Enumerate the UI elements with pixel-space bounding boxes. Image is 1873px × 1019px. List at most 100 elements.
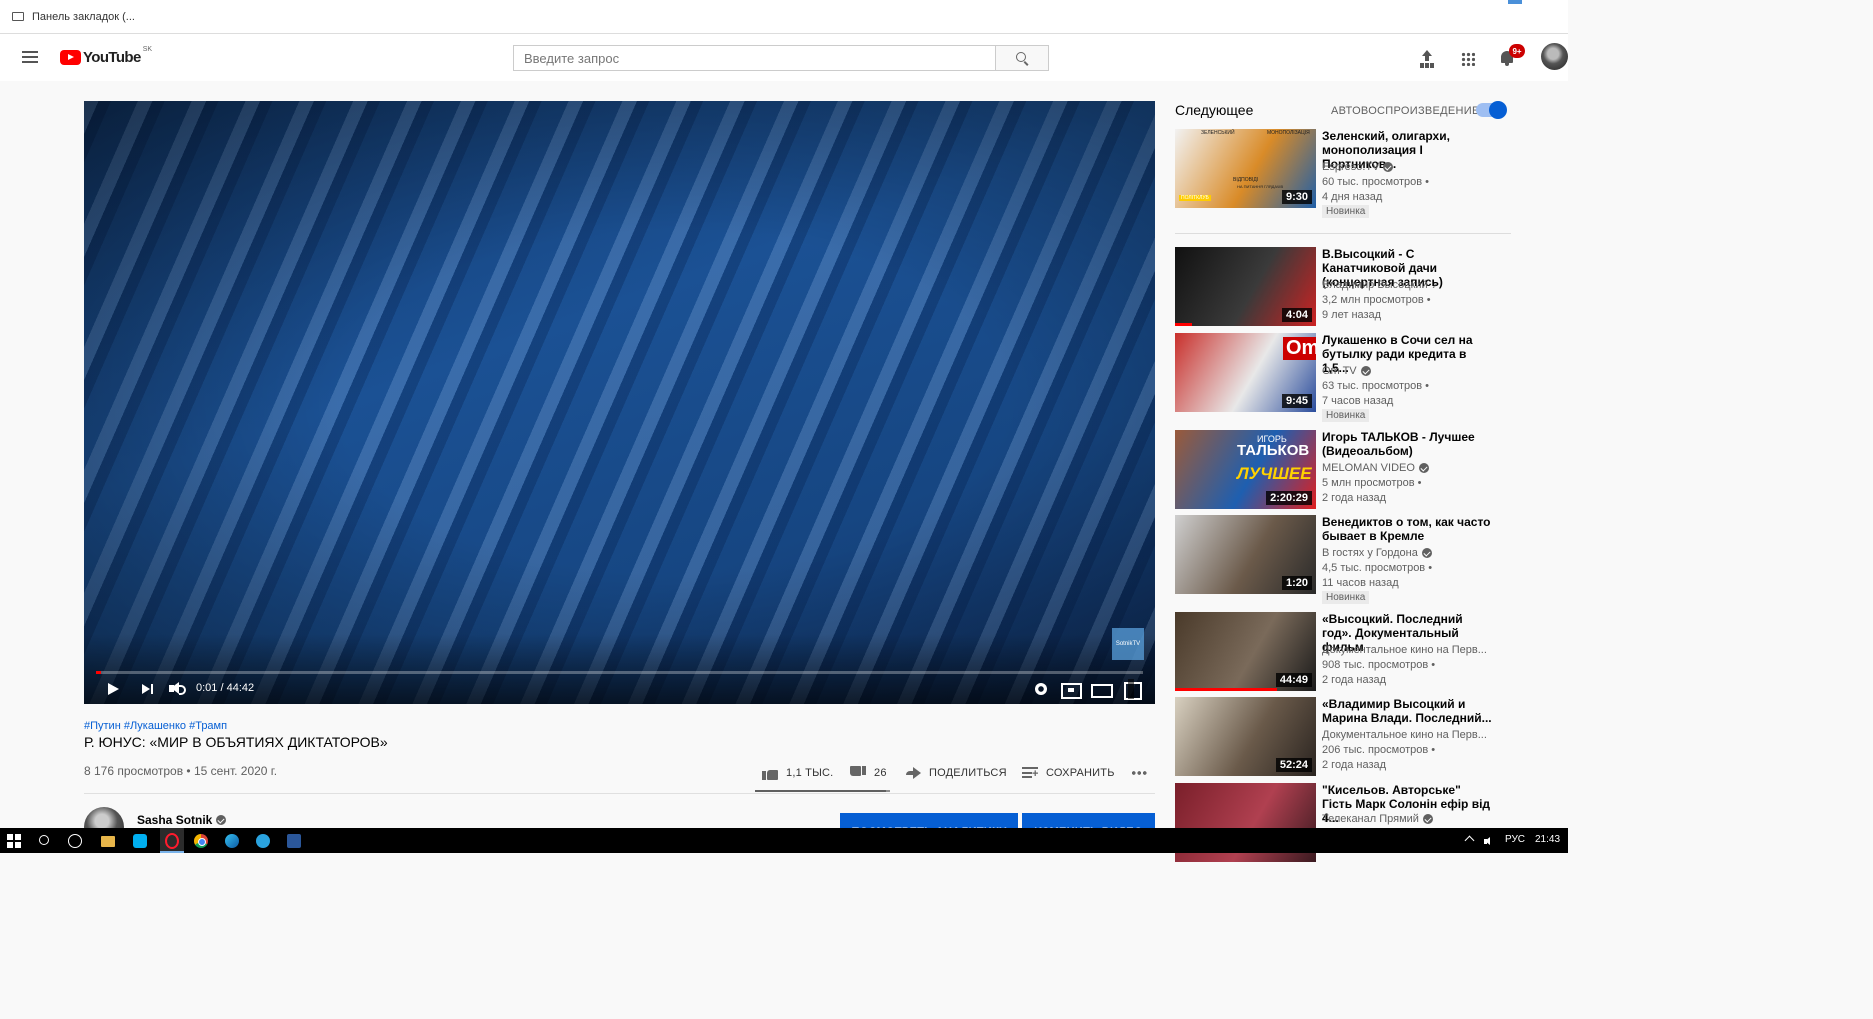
verified-icon — [1418, 463, 1429, 473]
recommendation-age: 2 года назад — [1322, 674, 1387, 686]
thumbnail-caption: ВІДПОВІДІ — [1233, 177, 1259, 183]
recommendation-age: 7 часов назад — [1322, 395, 1394, 407]
time-display: 0:01 / 44:42 — [196, 682, 255, 694]
video-duration: 9:45 — [1281, 394, 1312, 408]
channel-name[interactable]: Sasha Sotnik — [137, 813, 227, 827]
progress-bar[interactable] — [96, 671, 1143, 674]
video-thumbnail[interactable]: ИГОРЬ ТАЛЬКОВ ЛУЧШЕЕ 2:20:29 — [1175, 430, 1316, 509]
recommendation-views: 63 тыс. просмотров • — [1322, 380, 1430, 392]
chrome-icon[interactable] — [194, 834, 208, 848]
extension-icon[interactable] — [1508, 0, 1522, 4]
recommendation-age: 2 года назад — [1322, 492, 1387, 504]
recommendation-item[interactable]: 44:49 «Высоцкий. Последний год». Документ… — [1175, 612, 1515, 692]
channel-watermark[interactable]: SotnikTV — [1112, 628, 1144, 660]
video-hashtags[interactable]: #Путин #Лукашенко #Трамп — [84, 720, 227, 732]
autoplay-label: АВТОВОСПРОИЗВЕДЕНИЕ — [1331, 105, 1480, 117]
recommendation-item[interactable]: Om 9:45 Лукашенко в Сочи сел на бутылку ра… — [1175, 333, 1515, 422]
file-explorer-icon[interactable] — [101, 836, 115, 847]
task-view-icon[interactable] — [68, 834, 82, 848]
miniplayer-icon[interactable] — [1061, 679, 1082, 699]
sentiment-bar — [755, 790, 890, 792]
like-button[interactable]: 1,1 ТЫС. — [762, 764, 833, 782]
save-label: СОХРАНИТЬ — [1046, 767, 1115, 779]
dislike-count: 26 — [874, 767, 887, 779]
settings-gear-icon[interactable] — [1034, 679, 1048, 699]
recommendation-channel[interactable]: Владимир Высоцкий ♪ — [1322, 279, 1437, 291]
channel-name-text[interactable]: Документальное кино на Перв... — [1322, 644, 1487, 656]
word-icon[interactable] — [287, 834, 301, 848]
channel-name-text[interactable]: В гостях у Гордона — [1322, 547, 1418, 559]
channel-name-text[interactable]: MELOMAN VIDEO — [1322, 462, 1415, 474]
windows-start-icon[interactable] — [7, 834, 21, 848]
recommendation-channel[interactable]: Om TV — [1322, 365, 1371, 377]
folder-icon — [12, 12, 24, 21]
channel-name-text[interactable]: Телеканал Прямий — [1322, 813, 1419, 825]
video-thumbnail[interactable]: 1:20 — [1175, 515, 1316, 594]
sentiment-likes — [755, 790, 886, 792]
recommendation-channel[interactable]: Телеканал Прямий — [1322, 813, 1433, 825]
recommendation-age: 11 часов назад — [1322, 577, 1399, 589]
video-thumbnail[interactable]: ЗЕЛЕНСЬКИЙ МОНОПОЛІЗАЦІЯ ВІДПОВІДІ НА ПИТАН… — [1175, 129, 1316, 208]
thumbnail-caption: ЛУЧШЕЕ — [1237, 464, 1312, 483]
recommendation-title[interactable]: «Владимир Высоцкий и Марина Влади. После… — [1322, 697, 1492, 725]
apps-grid-icon[interactable] — [1461, 52, 1475, 66]
channel-name-text[interactable]: Владимир Высоцкий — [1322, 279, 1428, 291]
upload-icon[interactable] — [1420, 50, 1434, 66]
search-input[interactable] — [513, 45, 996, 71]
recommendation-title[interactable]: Игорь ТАЛЬКОВ - Лучшее (Видеоальбом) — [1322, 430, 1492, 458]
search-button[interactable] — [995, 45, 1049, 71]
recommendation-channel[interactable]: Документальное кино на Перв... — [1322, 729, 1487, 741]
edge-icon[interactable] — [225, 834, 239, 848]
search-icon[interactable] — [39, 835, 49, 845]
video-thumbnail[interactable]: 4:04 — [1175, 247, 1316, 326]
channel-name-text[interactable]: Sasha Sotnik — [137, 813, 212, 827]
speaker-icon[interactable] — [1484, 837, 1496, 846]
clock[interactable]: 21:43 — [1535, 834, 1560, 845]
video-thumbnail[interactable]: 44:49 — [1175, 612, 1316, 691]
recommendation-views: 206 тыс. просмотров • — [1322, 744, 1436, 756]
youtube-logo[interactable]: YouTube SK — [60, 46, 152, 66]
next-button[interactable] — [142, 679, 156, 699]
video-thumbnail[interactable]: Om 9:45 — [1175, 333, 1316, 412]
tray-chevron-up-icon[interactable] — [1464, 835, 1475, 846]
bookmarks-bar: Панель закладок (... — [0, 0, 1568, 34]
channel-name-text[interactable]: Документальное кино на Перв... — [1322, 729, 1487, 741]
recommendation-item[interactable]: ИГОРЬ ТАЛЬКОВ ЛУЧШЕЕ 2:20:29 Игорь ТАЛЬКОВ -… — [1175, 430, 1515, 510]
recommendation-channel[interactable]: Espreso.TV — [1322, 161, 1394, 173]
recommendation-item[interactable]: "Кисельов. Авторське" Гість Марк Солонін… — [1175, 783, 1515, 862]
fullscreen-icon[interactable] — [1124, 679, 1142, 700]
play-button[interactable] — [106, 679, 120, 699]
recommendation-channel[interactable]: MELOMAN VIDEO — [1322, 462, 1429, 474]
account-avatar[interactable] — [1541, 43, 1568, 70]
divider — [84, 793, 1155, 794]
search-icon — [1016, 52, 1026, 62]
recommendation-title[interactable]: Венедиктов о том, как часто бывает в Кре… — [1322, 515, 1492, 543]
opera-icon[interactable] — [160, 828, 184, 853]
telegram-icon[interactable] — [256, 834, 270, 848]
dislike-button[interactable]: 26 — [850, 764, 887, 782]
video-player[interactable]: SotnikTV 0:01 / 44:42 — [84, 101, 1155, 704]
channel-name-text[interactable]: Espreso.TV — [1322, 161, 1379, 173]
menu-icon[interactable] — [22, 51, 38, 63]
recommendation-item[interactable]: 52:24 «Владимир Высоцкий и Марина Влади. … — [1175, 697, 1515, 777]
recommendation-age: 2 года назад — [1322, 759, 1387, 771]
new-badge: Новинка — [1322, 205, 1370, 218]
video-views-date: 8 176 просмотров • 15 сент. 2020 г. — [84, 764, 278, 778]
share-button[interactable]: ПОДЕЛИТЬСЯ — [905, 764, 1007, 782]
save-button[interactable]: СОХРАНИТЬ — [1022, 764, 1115, 782]
skype-icon[interactable] — [133, 834, 147, 848]
thumbnail-caption: Om — [1283, 337, 1316, 360]
notification-badge: 9+ — [1509, 44, 1525, 58]
autoplay-toggle[interactable] — [1476, 101, 1507, 119]
input-language[interactable]: РУС — [1505, 834, 1525, 845]
recommendation-item[interactable]: ЗЕЛЕНСЬКИЙ МОНОПОЛІЗАЦІЯ ВІДПОВІДІ НА ПИТАН… — [1175, 129, 1515, 218]
video-thumbnail[interactable]: 52:24 — [1175, 697, 1316, 776]
recommendation-item[interactable]: 1:20 Венедиктов о том, как часто бывает в… — [1175, 515, 1515, 604]
more-actions-icon[interactable] — [1131, 771, 1147, 775]
recommendation-item[interactable]: 4:04 В.Высоцкий - С Канатчиковой дачи (ко… — [1175, 247, 1515, 327]
bookmarks-folder-label[interactable]: Панель закладок (... — [32, 11, 135, 23]
theater-mode-icon[interactable] — [1091, 679, 1113, 699]
recommendation-channel[interactable]: В гостях у Гордона — [1322, 547, 1432, 559]
recommendation-channel[interactable]: Документальное кино на Перв... — [1322, 644, 1487, 656]
channel-name-text[interactable]: Om TV — [1322, 365, 1357, 377]
